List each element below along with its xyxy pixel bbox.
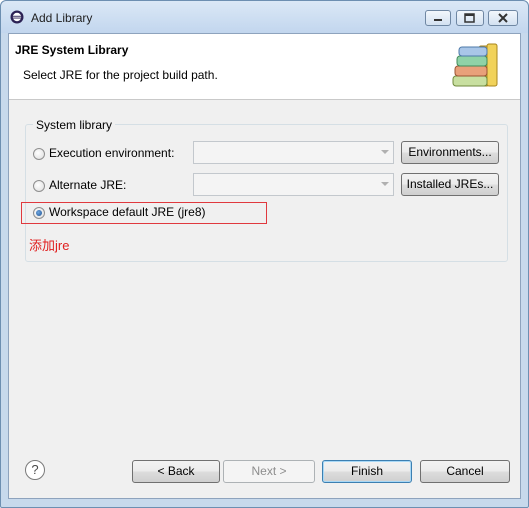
dialog-client-area: JRE System Library Select JRE for the pr… — [8, 33, 521, 499]
cancel-button[interactable]: Cancel — [420, 460, 510, 483]
chevron-down-icon — [381, 182, 389, 186]
back-button[interactable]: < Back — [132, 460, 220, 483]
page-description: Select JRE for the project build path. — [23, 68, 218, 82]
library-books-icon — [452, 43, 498, 87]
workspace-default-jre-radio[interactable] — [33, 207, 45, 219]
execution-environment-radio[interactable] — [33, 148, 45, 160]
help-button[interactable]: ? — [25, 460, 45, 480]
environments-button[interactable]: Environments... — [401, 141, 499, 164]
next-button[interactable]: Next > — [223, 460, 315, 483]
minimize-icon — [434, 19, 442, 21]
chevron-down-icon — [381, 150, 389, 154]
eclipse-icon — [10, 10, 24, 24]
workspace-default-jre-label: Workspace default JRE (jre8) — [49, 205, 206, 219]
add-library-dialog: Add Library JRE System Library Select JR… — [0, 0, 529, 508]
maximize-icon — [464, 13, 475, 23]
page-title: JRE System Library — [15, 43, 129, 57]
title-bar[interactable]: Add Library — [1, 1, 528, 33]
system-library-label: System library — [33, 118, 116, 132]
execution-environment-combo[interactable] — [193, 141, 394, 164]
alternate-jre-combo[interactable] — [193, 173, 394, 196]
alternate-jre-label: Alternate JRE: — [49, 178, 127, 192]
installed-jres-button[interactable]: Installed JREs... — [401, 173, 499, 196]
finish-button[interactable]: Finish — [322, 460, 412, 483]
annotation-text: 添加jre — [29, 238, 70, 253]
window-title: Add Library — [31, 11, 93, 25]
question-mark-icon: ? — [31, 462, 39, 477]
maximize-button[interactable] — [456, 10, 484, 26]
minimize-button[interactable] — [425, 10, 451, 26]
execution-environment-label: Execution environment: — [49, 146, 175, 160]
alternate-jre-radio[interactable] — [33, 180, 45, 192]
close-button[interactable] — [488, 10, 518, 26]
close-icon — [498, 13, 508, 23]
header-banner: JRE System Library Select JRE for the pr… — [9, 34, 520, 100]
